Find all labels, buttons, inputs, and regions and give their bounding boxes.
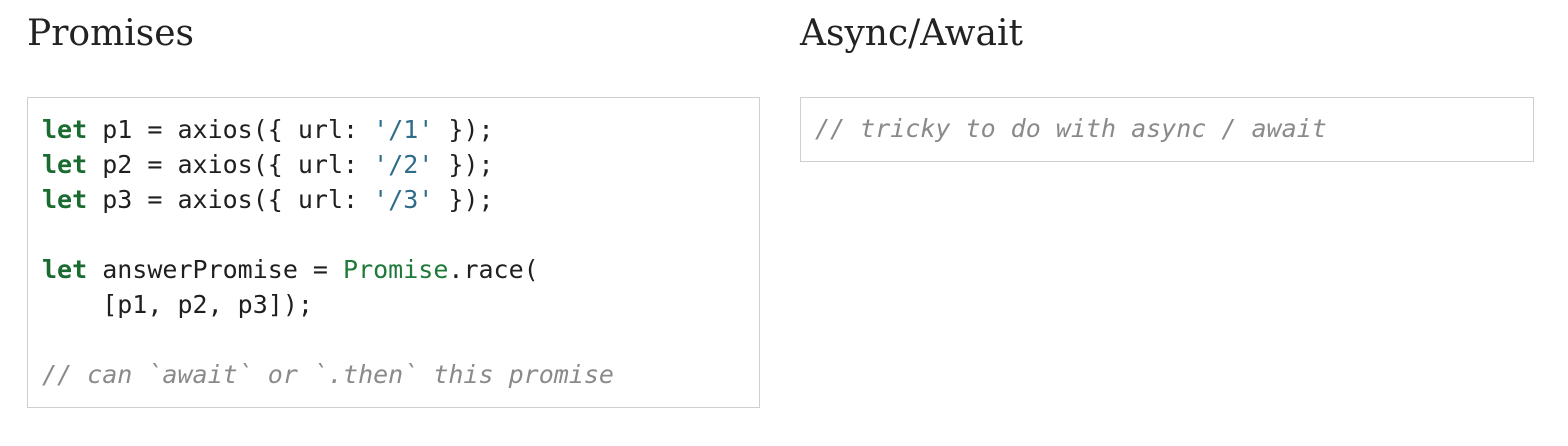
code-line: // tricky to do with async / await [815, 111, 1519, 146]
code-comment: // can `await` or `.then` this promise [42, 360, 614, 389]
code-comment: // tricky to do with async / await [815, 114, 1327, 143]
code-text: }); [433, 185, 494, 214]
code-text: [p1, p2, p3]); [42, 290, 313, 319]
string-literal: '/3' [373, 185, 434, 214]
code-line: [p1, p2, p3]); [42, 287, 745, 322]
promises-code-block: let p1 = axios({ url: '/1' }); let p2 = a… [27, 97, 760, 408]
code-line: let p2 = axios({ url: '/2' }); [42, 147, 745, 182]
keyword: let [42, 150, 88, 179]
builtin-identifier: Promise [343, 255, 449, 284]
code-text: }); [433, 115, 494, 144]
code-text: .race( [448, 255, 539, 284]
code-line: let answerPromise = Promise.race( [42, 252, 745, 287]
code-text: p2 = axios({ url: [87, 150, 374, 179]
keyword: let [42, 255, 88, 284]
promises-heading: Promises [27, 13, 195, 54]
string-literal: '/2' [373, 150, 434, 179]
keyword: let [42, 185, 88, 214]
code-line: // can `await` or `.then` this promise [42, 357, 745, 392]
code-text: answerPromise = [87, 255, 344, 284]
code-text: p3 = axios({ url: [87, 185, 374, 214]
code-line: let p3 = axios({ url: '/3' }); [42, 182, 745, 217]
string-literal: '/1' [373, 115, 434, 144]
async-await-code-block: // tricky to do with async / await [800, 97, 1534, 162]
keyword: let [42, 115, 88, 144]
code-line: let p1 = axios({ url: '/1' }); [42, 112, 745, 147]
code-text: }); [433, 150, 494, 179]
code-text: p1 = axios({ url: [87, 115, 374, 144]
async-await-heading: Async/Await [800, 13, 1023, 54]
